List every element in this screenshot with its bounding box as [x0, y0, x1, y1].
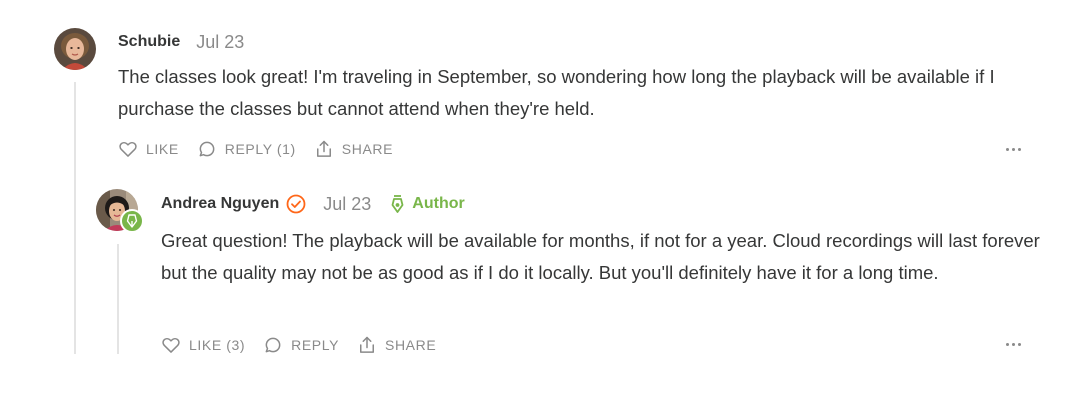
author-name[interactable]: Schubie: [118, 33, 180, 51]
pen-nib-icon: [126, 214, 138, 228]
comment-actions: LIKE REPLY (1) SHARE: [118, 137, 411, 161]
comment-actions: LIKE (3) REPLY SHARE: [161, 333, 454, 357]
share-icon: [360, 336, 375, 353]
like-label: LIKE (3): [189, 337, 246, 353]
reply-thread-line: [117, 244, 119, 354]
check-circle-icon: [285, 193, 307, 215]
comment-body: Great question! The playback will be ava…: [161, 230, 1040, 283]
heart-icon: [162, 337, 180, 353]
like-button[interactable]: LIKE (3): [161, 335, 245, 355]
avatar[interactable]: [96, 189, 144, 233]
comment-date[interactable]: Jul 23: [196, 32, 244, 53]
share-label: SHARE: [385, 337, 437, 353]
share-button[interactable]: SHARE: [314, 139, 393, 159]
share-label: SHARE: [341, 141, 394, 157]
comment-header: Schubie Jul 23: [118, 31, 244, 53]
comment-bubble-icon: [199, 141, 215, 157]
ellipsis-icon: [1005, 147, 1009, 151]
more-options-button[interactable]: [1001, 336, 1025, 352]
reply-button[interactable]: REPLY (1): [197, 139, 296, 159]
thread-line: [74, 82, 76, 354]
reply-button[interactable]: REPLY: [263, 335, 339, 355]
avatar[interactable]: [54, 28, 96, 70]
share-button[interactable]: SHARE: [357, 335, 436, 355]
reply-label: REPLY (1): [224, 141, 296, 157]
author-badge: [120, 209, 144, 233]
like-button[interactable]: LIKE: [118, 139, 179, 159]
ellipsis-icon: [1005, 342, 1009, 346]
author-label: Author: [391, 195, 465, 213]
author-label-text: Author: [412, 195, 465, 212]
pen-nib-icon: [391, 195, 404, 213]
more-options-button[interactable]: [1001, 141, 1025, 157]
comment-body: The classes look great! I'm traveling in…: [118, 66, 995, 119]
comment-bubble-icon: [265, 337, 281, 353]
comment-date[interactable]: Jul 23: [323, 194, 371, 215]
reply-label: REPLY: [291, 337, 340, 353]
share-icon: [316, 140, 331, 157]
comment-header: Andrea Nguyen Jul 23 Author: [161, 192, 465, 216]
heart-icon: [119, 141, 137, 157]
author-name[interactable]: Andrea Nguyen: [161, 195, 279, 213]
like-label: LIKE: [146, 141, 179, 157]
